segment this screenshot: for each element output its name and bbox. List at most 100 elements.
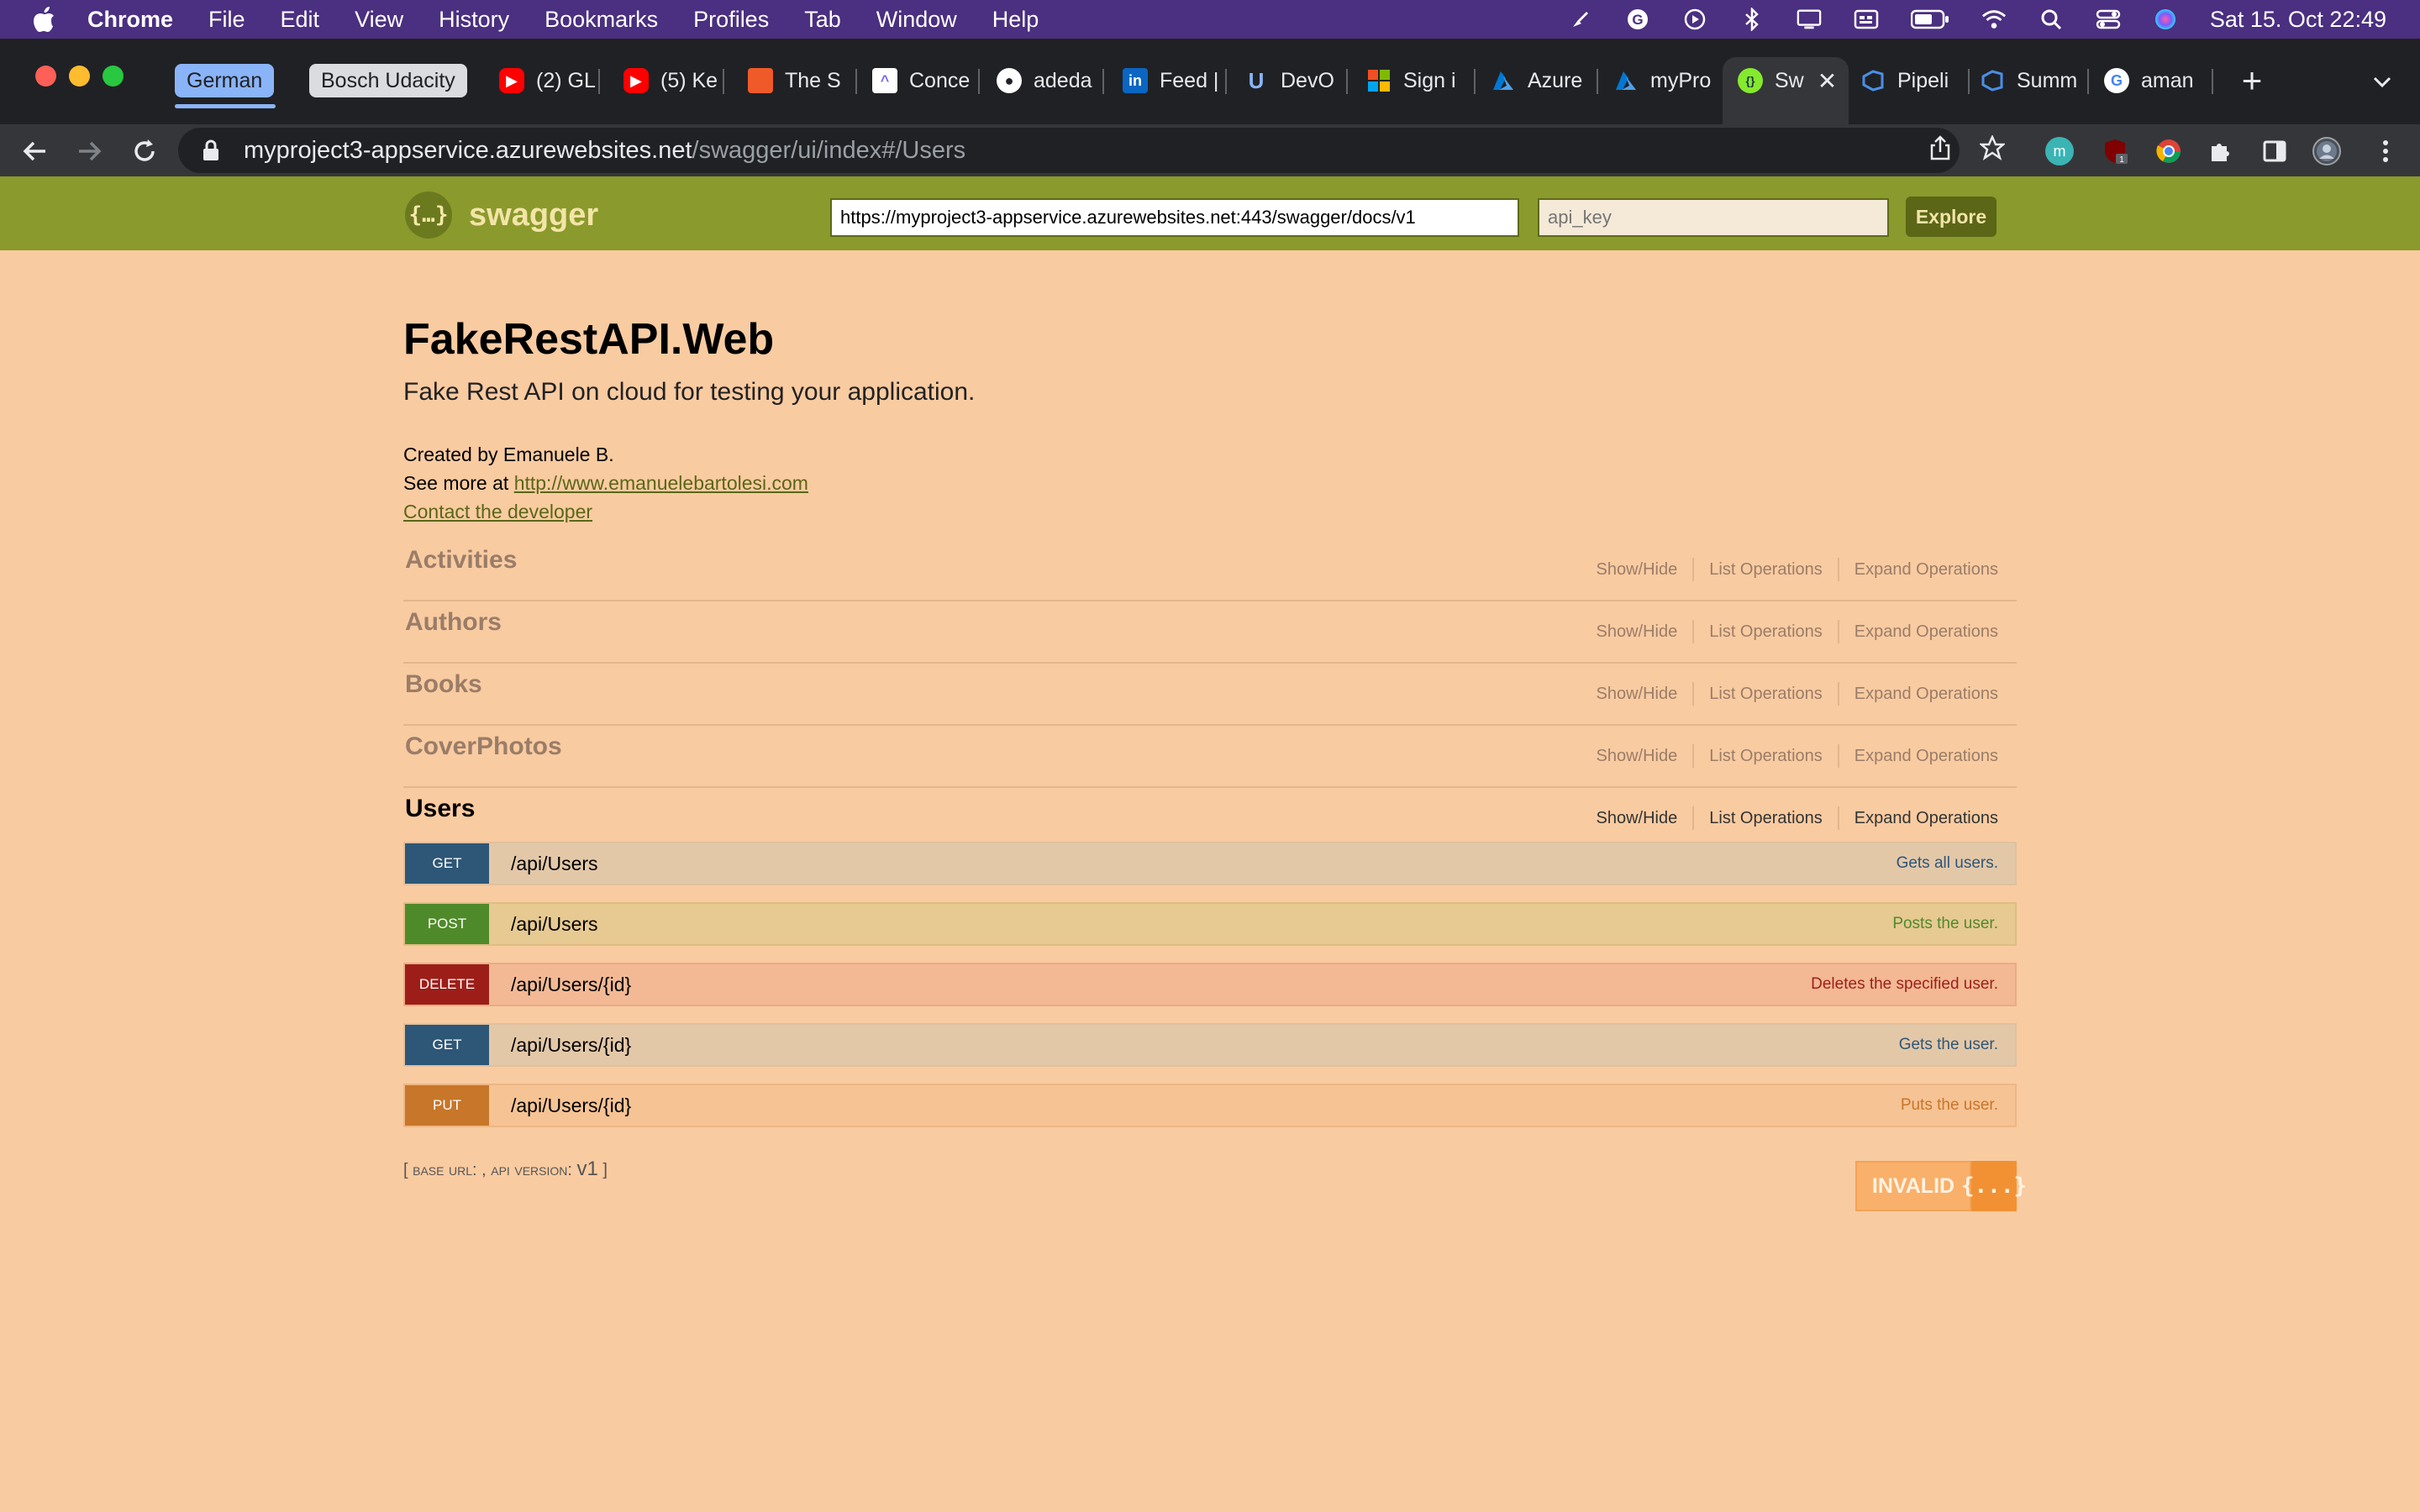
endpoint-path[interactable]: /api/Users/{id} — [511, 1095, 631, 1117]
bluetooth-icon[interactable] — [1739, 7, 1765, 32]
display-icon[interactable] — [1797, 7, 1822, 32]
menu-bookmarks[interactable]: Bookmarks — [544, 7, 658, 33]
menu-view[interactable]: View — [355, 7, 403, 33]
tab-clickup[interactable]: ^ Conce — [872, 57, 980, 104]
method-badge-post[interactable]: POST — [405, 904, 489, 944]
control-center-icon[interactable] — [2096, 7, 2121, 32]
list-operations-link[interactable]: List Operations — [1709, 622, 1823, 642]
share-icon[interactable] — [1928, 135, 1953, 160]
tab-youtube-1[interactable]: ▶ (2) GL — [499, 57, 600, 104]
list-operations-link[interactable]: List Operations — [1709, 560, 1823, 580]
list-operations-link[interactable]: List Operations — [1709, 747, 1823, 766]
forward-arrow-icon[interactable] — [72, 134, 106, 168]
show-hide-link[interactable]: Show/Hide — [1597, 747, 1678, 766]
lock-icon[interactable] — [202, 139, 222, 162]
apple-menu-icon[interactable] — [32, 5, 57, 34]
endpoint-path[interactable]: /api/Users — [511, 853, 598, 875]
window-fullscreen-button[interactable] — [103, 66, 124, 87]
tab-youtube-2[interactable]: ▶ (5) Ke — [623, 57, 724, 104]
keyboard-layout-icon[interactable] — [1854, 7, 1879, 32]
swagger-validator-icon[interactable]: {...} — [1961, 1161, 2027, 1211]
tab-pipelines[interactable]: Pipeli — [1860, 57, 1970, 104]
resource-name[interactable]: Activities — [405, 546, 517, 575]
tab-search-chevron-icon[interactable] — [2370, 69, 2395, 94]
tab-the-s[interactable]: The S — [748, 57, 857, 104]
website-link[interactable]: http://www.emanuelebartolesi.com — [514, 472, 808, 494]
wifi-icon[interactable] — [1981, 7, 2007, 32]
endpoint-delete-user[interactable]: DELETE /api/Users/{id} Deletes the speci… — [403, 963, 2017, 1006]
resource-name[interactable]: Authors — [405, 608, 502, 637]
explore-button[interactable]: Explore — [1906, 197, 1996, 237]
endpoint-get-users[interactable]: GET /api/Users Gets all users. — [403, 842, 2017, 885]
menu-file[interactable]: File — [208, 7, 245, 33]
tab-google[interactable]: G aman — [2104, 57, 2213, 104]
spec-url-input[interactable] — [830, 198, 1519, 237]
rocket-status-icon[interactable] — [1568, 7, 1593, 32]
menu-help[interactable]: Help — [992, 7, 1039, 33]
tab-microsoft[interactable]: Sign i — [1366, 57, 1476, 104]
contact-developer-link[interactable]: Contact the developer — [403, 501, 592, 522]
list-operations-link[interactable]: List Operations — [1709, 809, 1823, 828]
menu-window[interactable]: Window — [876, 7, 957, 33]
validator-badge[interactable]: INVALID {...} — [1855, 1161, 2027, 1211]
battery-icon[interactable] — [1910, 7, 1949, 32]
endpoint-post-users[interactable]: POST /api/Users Posts the user. — [403, 902, 2017, 946]
extension-m-icon[interactable]: m — [2045, 137, 2074, 165]
chrome-extension-icon[interactable] — [2154, 137, 2183, 165]
siri-icon[interactable] — [2153, 7, 2178, 32]
resource-name[interactable]: Users — [405, 795, 475, 823]
expand-operations-link[interactable]: Expand Operations — [1854, 560, 1998, 580]
tab-github[interactable]: ● adeda — [997, 57, 1104, 104]
reload-icon[interactable] — [128, 134, 161, 168]
validator-status[interactable]: INVALID — [1855, 1161, 1971, 1211]
grammarly-status-icon[interactable]: G — [1625, 7, 1650, 32]
swagger-logo[interactable]: {…} swagger — [405, 192, 598, 239]
endpoint-path[interactable]: /api/Users/{id} — [511, 974, 631, 996]
show-hide-link[interactable]: Show/Hide — [1597, 560, 1678, 580]
resource-name[interactable]: Books — [405, 670, 482, 699]
tab-udacity[interactable]: U DevO — [1244, 57, 1348, 104]
endpoint-summary[interactable]: Gets the user. — [1899, 1036, 1998, 1054]
tab-linkedin[interactable]: in Feed | — [1123, 57, 1227, 104]
spotlight-search-icon[interactable] — [2039, 7, 2064, 32]
chrome-menu-icon[interactable] — [2371, 137, 2400, 165]
list-operations-link[interactable]: List Operations — [1709, 685, 1823, 704]
endpoint-summary[interactable]: Posts the user. — [1892, 915, 1998, 933]
extensions-puzzle-icon[interactable] — [2207, 137, 2235, 165]
endpoint-path[interactable]: /api/Users/{id} — [511, 1034, 631, 1057]
tab-azure[interactable]: Azure — [1491, 57, 1598, 104]
ublock-icon[interactable]: 1 — [2101, 137, 2129, 165]
show-hide-link[interactable]: Show/Hide — [1597, 685, 1678, 704]
tab-group-bosch-udacity[interactable]: Bosch Udacity — [309, 64, 467, 97]
tab-summary[interactable]: Summ — [1980, 57, 2089, 104]
expand-operations-link[interactable]: Expand Operations — [1854, 747, 1998, 766]
endpoint-get-user-by-id[interactable]: GET /api/Users/{id} Gets the user. — [403, 1023, 2017, 1067]
method-badge-delete[interactable]: DELETE — [405, 964, 489, 1005]
bookmark-star-icon[interactable] — [1980, 135, 2005, 160]
expand-operations-link[interactable]: Expand Operations — [1854, 685, 1998, 704]
endpoint-summary[interactable]: Deletes the specified user. — [1811, 975, 1998, 994]
expand-operations-link[interactable]: Expand Operations — [1854, 622, 1998, 642]
method-badge-get[interactable]: GET — [405, 1025, 489, 1065]
new-tab-button[interactable]: + — [2235, 63, 2269, 98]
endpoint-summary[interactable]: Gets all users. — [1897, 854, 1998, 873]
menu-app-name[interactable]: Chrome — [87, 7, 173, 33]
address-bar[interactable]: myproject3-appservice.azurewebsites.net /… — [178, 128, 1960, 173]
tab-myproject[interactable]: myPro — [1613, 57, 1723, 104]
method-badge-put[interactable]: PUT — [405, 1085, 489, 1126]
endpoint-summary[interactable]: Puts the user. — [1901, 1096, 1998, 1115]
profile-avatar[interactable] — [2312, 137, 2341, 165]
resource-name[interactable]: CoverPhotos — [405, 732, 562, 761]
show-hide-link[interactable]: Show/Hide — [1597, 622, 1678, 642]
menu-history[interactable]: History — [439, 7, 509, 33]
menu-bar-clock[interactable]: Sat 15. Oct 22:49 — [2210, 7, 2386, 33]
endpoint-path[interactable]: /api/Users — [511, 913, 598, 936]
tab-close-icon[interactable]: ✕ — [1818, 67, 1837, 95]
side-panel-icon[interactable] — [2260, 137, 2289, 165]
tab-swagger-active[interactable]: {} Sw ✕ — [1723, 57, 1849, 124]
menu-edit[interactable]: Edit — [281, 7, 320, 33]
play-status-icon[interactable] — [1682, 7, 1707, 32]
menu-profiles[interactable]: Profiles — [693, 7, 769, 33]
expand-operations-link[interactable]: Expand Operations — [1854, 809, 1998, 828]
tab-group-german[interactable]: German — [175, 64, 275, 97]
